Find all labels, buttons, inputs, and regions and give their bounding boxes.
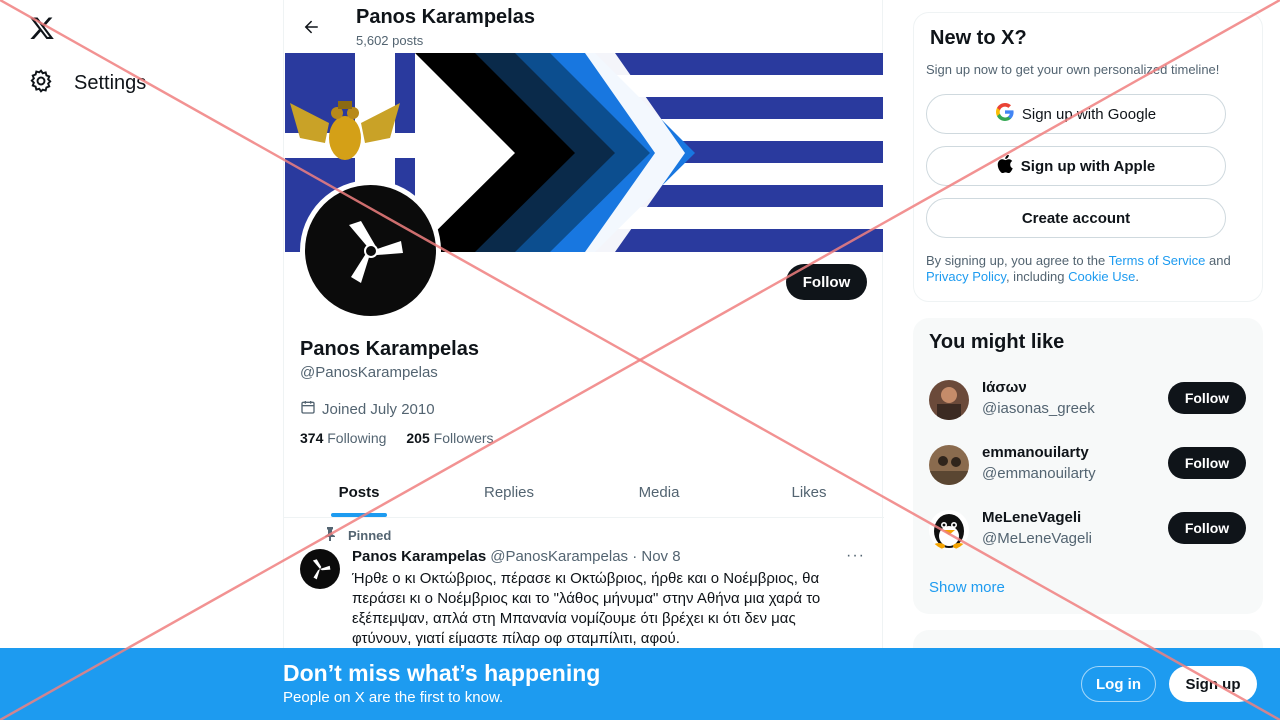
profile-column: Panos Karampelas 5,602 posts Follow Pano… [283, 0, 884, 720]
x-logo-icon[interactable] [28, 14, 56, 42]
tweet-meta: @PanosKarampelas · Nov 8 [490, 548, 681, 565]
profile-header: Panos Karampelas 5,602 posts [284, 0, 884, 53]
profile-tabs: Posts Replies Media Likes [284, 468, 884, 518]
suggestion-avatar[interactable] [929, 445, 969, 485]
left-nav: Settings [0, 0, 270, 720]
follow-stats: 374 Following 205 Followers [300, 430, 494, 446]
nav-settings[interactable]: Settings [28, 68, 146, 98]
tweet-header: Panos Karampelas @PanosKarampelas · Nov … [352, 548, 681, 565]
google-signup-button[interactable]: Sign up with Google [926, 94, 1226, 134]
tab-likes[interactable]: Likes [734, 468, 884, 517]
suggestions-card: You might like Ιάσων @iasonas_greek Foll… [913, 318, 1263, 614]
apple-signup-button[interactable]: Sign up with Apple [926, 146, 1226, 186]
cookie-link[interactable]: Cookie Use [1068, 269, 1135, 284]
pinned-tweet[interactable]: Pinned Panos Karampelas @PanosKarampelas… [284, 519, 884, 659]
profile-name: Panos Karampelas [300, 338, 479, 360]
apple-signup-label: Sign up with Apple [1020, 157, 1156, 175]
suggestion-follow-button[interactable]: Follow [1168, 382, 1246, 414]
follow-button[interactable]: Follow [786, 264, 867, 300]
suggestion-item[interactable]: emmanouilarty @emmanouilarty Follow [929, 440, 1249, 490]
back-arrow-icon[interactable] [298, 14, 324, 40]
tab-posts[interactable]: Posts [284, 468, 434, 517]
create-account-button[interactable]: Create account [926, 198, 1226, 238]
suggestion-handle: @MeLeneVageli [982, 530, 1093, 547]
signup-prompt-bar: Don’t miss what’s happening People on X … [0, 648, 1280, 720]
following-link[interactable]: 374 Following [300, 430, 386, 446]
signup-button[interactable]: Sign up [1169, 666, 1257, 702]
prompt-title: Don’t miss what’s happening [283, 660, 601, 686]
suggestion-handle: @emmanouilarty [982, 465, 1096, 482]
suggestion-avatar[interactable] [929, 510, 969, 550]
more-options-icon[interactable]: ··· [846, 547, 865, 565]
suggestion-avatar[interactable] [929, 380, 969, 420]
joined-label: Joined July 2010 [322, 400, 435, 418]
suggestion-name: Ιάσων [982, 379, 1027, 396]
terms-link[interactable]: Terms of Service [1109, 253, 1206, 268]
suggestion-follow-button[interactable]: Follow [1168, 512, 1246, 544]
google-signup-label: Sign up with Google [1021, 105, 1157, 123]
tweet-author[interactable]: Panos Karampelas [352, 548, 486, 565]
signup-title: New to X? [930, 27, 1027, 49]
suggestions-title: You might like [929, 331, 1065, 353]
pinned-indicator: Pinned [324, 527, 391, 544]
header-title: Panos Karampelas [356, 6, 535, 28]
joined-date: Joined July 2010 [300, 399, 435, 419]
privacy-link[interactable]: Privacy Policy [926, 269, 1006, 284]
prompt-subtitle: People on X are the first to know. [283, 689, 504, 706]
login-button[interactable]: Log in [1081, 666, 1156, 702]
post-count: 5,602 posts [356, 33, 424, 48]
suggestion-name: MeLeneVageli [982, 509, 1082, 526]
show-more-link[interactable]: Show more [929, 579, 1005, 596]
followers-link[interactable]: 205 Followers [406, 430, 493, 446]
signup-card: New to X? Sign up now to get your own pe… [913, 12, 1263, 302]
tweet-text: Ήρθε ο κι Οκτώβριος, πέρασε κι Οκτώβριος… [352, 570, 821, 647]
suggestion-name: emmanouilarty [982, 444, 1089, 461]
suggestion-follow-button[interactable]: Follow [1168, 447, 1246, 479]
calendar-icon [300, 399, 316, 419]
nav-settings-label: Settings [74, 71, 147, 94]
profile-avatar[interactable] [300, 180, 441, 321]
tab-media[interactable]: Media [584, 468, 734, 517]
suggestion-item[interactable]: Ιάσων @iasonas_greek Follow [929, 375, 1249, 425]
right-sidebar: New to X? Sign up now to get your own pe… [913, 0, 1263, 720]
gear-icon [28, 68, 54, 99]
signup-subtitle: Sign up now to get your own personalized… [926, 62, 1220, 77]
pinned-label: Pinned [348, 528, 392, 543]
apple-icon [997, 154, 1013, 177]
google-icon [995, 103, 1014, 125]
tab-replies[interactable]: Replies [434, 468, 584, 517]
tweet-avatar[interactable] [300, 549, 340, 589]
triskelion-icon [305, 185, 436, 316]
suggestion-item[interactable]: MeLeneVageli @MeLeneVageli Follow [929, 505, 1249, 555]
pin-icon [324, 527, 336, 544]
terms-text: By signing up, you agree to the Terms of… [926, 253, 1231, 284]
profile-handle: @PanosKarampelas [300, 364, 438, 381]
suggestion-handle: @iasonas_greek [982, 400, 1095, 417]
